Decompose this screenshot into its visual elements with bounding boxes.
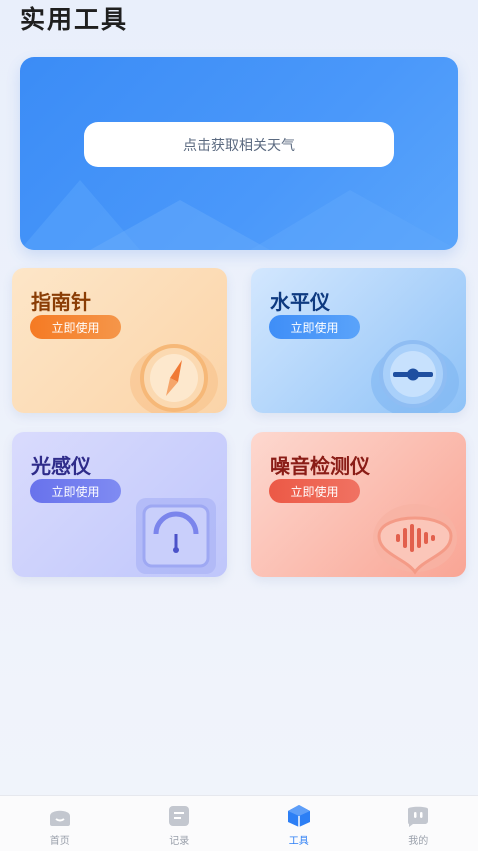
tab-profile-label: 我的 [408, 832, 428, 847]
get-weather-button[interactable]: 点击获取相关天气 [84, 122, 394, 167]
noise-detector-use-button[interactable]: 立即使用 [269, 479, 360, 503]
level-card[interactable]: 水平仪 立即使用 [251, 268, 466, 413]
level-title: 水平仪 [270, 286, 330, 315]
light-meter-use-button[interactable]: 立即使用 [30, 479, 121, 503]
tools-cube-icon [286, 804, 312, 828]
tab-home-label: 首页 [50, 832, 70, 847]
tab-records[interactable]: 记录 [120, 796, 240, 851]
level-icon [363, 330, 463, 413]
profile-icon [405, 804, 431, 828]
light-meter-title: 光感仪 [31, 450, 91, 479]
compass-icon [124, 330, 224, 413]
compass-title: 指南针 [31, 286, 91, 315]
light-meter-card[interactable]: 光感仪 立即使用 [12, 432, 227, 577]
tab-records-label: 记录 [169, 832, 189, 847]
tab-home[interactable]: 首页 [0, 796, 120, 851]
compass-use-button[interactable]: 立即使用 [30, 315, 121, 339]
home-icon [47, 804, 73, 828]
sound-wave-icon [365, 492, 463, 577]
noise-detector-title: 噪音检测仪 [270, 450, 370, 479]
level-use-button[interactable]: 立即使用 [269, 315, 360, 339]
compass-card[interactable]: 指南针 立即使用 [12, 268, 227, 413]
noise-detector-card[interactable]: 噪音检测仪 立即使用 [251, 432, 466, 577]
page-title: 实用工具 [20, 0, 128, 36]
tab-profile[interactable]: 我的 [359, 796, 478, 851]
tab-tools[interactable]: 工具 [239, 796, 359, 851]
weather-card: 点击获取相关天气 [20, 57, 458, 250]
tab-tools-label: 工具 [289, 832, 309, 847]
record-icon [166, 804, 192, 828]
bottom-tab-bar: 首页 记录 工具 我的 [0, 795, 478, 851]
light-meter-icon [132, 494, 224, 576]
